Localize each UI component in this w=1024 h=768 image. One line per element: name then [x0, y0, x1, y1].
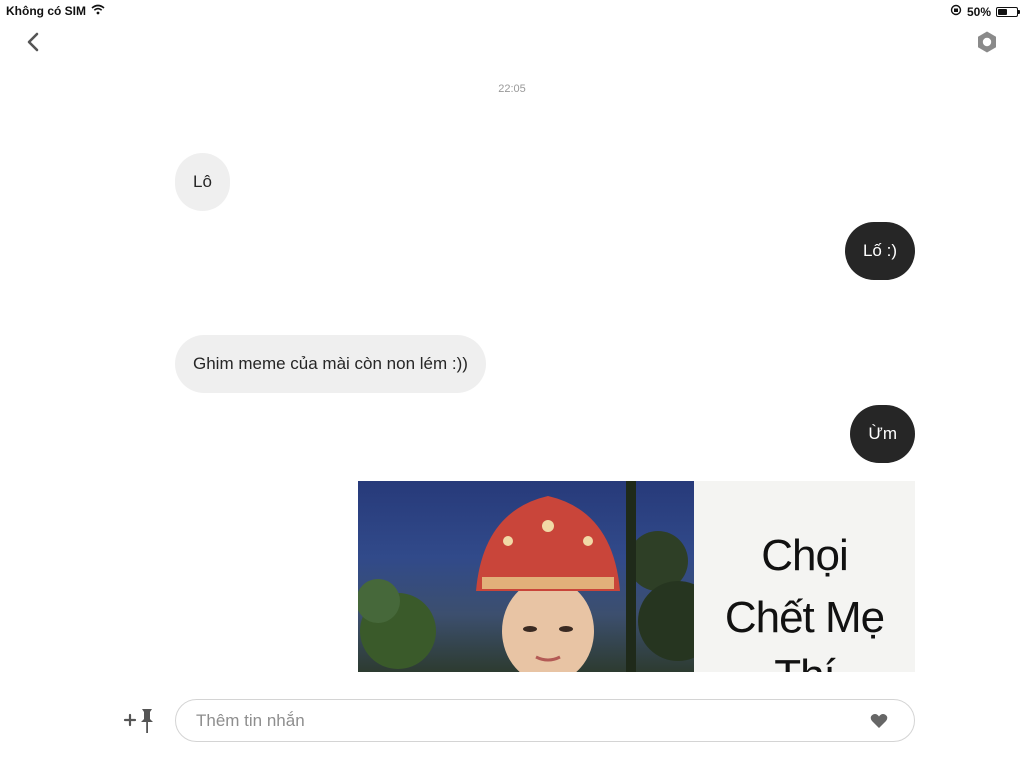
message-input[interactable] [196, 700, 856, 741]
heart-icon [870, 714, 888, 728]
message-composer [175, 699, 915, 742]
like-button[interactable] [870, 713, 888, 729]
message-text: Lô [193, 172, 212, 191]
status-bar: Không có SIM 50% [0, 0, 1024, 22]
meme-caption-line: Thí [694, 651, 915, 672]
battery-icon [996, 6, 1020, 17]
message-timestamp: 22:05 [498, 83, 526, 95]
attach-button[interactable] [122, 704, 156, 736]
back-button[interactable] [20, 28, 48, 56]
gear-icon [978, 31, 996, 53]
plus-pin-icon [123, 709, 153, 733]
status-right: 50% [950, 4, 1020, 19]
message-bubble-outgoing[interactable]: Lố :) [844, 222, 915, 280]
wifi-icon [91, 4, 105, 18]
status-left: Không có SIM [6, 4, 105, 18]
meme-photo [358, 481, 718, 672]
message-bubble-outgoing[interactable]: Ừm [850, 405, 915, 463]
message-text: Ghim meme của mài còn non lém :)) [193, 354, 468, 373]
carrier-label: Không có SIM [6, 4, 86, 18]
message-text: Ừm [868, 424, 897, 443]
meme-caption-line: Chết Mẹ [724, 593, 885, 642]
battery-level-fill [998, 8, 1007, 15]
chevron-left-icon [27, 32, 39, 52]
meme-photo-illustration [358, 481, 718, 672]
message-text: Lố :) [862, 241, 897, 260]
rotation-lock-icon [950, 4, 962, 19]
image-message[interactable]: Chọi Chết Mẹ Thí [358, 481, 915, 672]
meme-caption-line: Chọi [761, 531, 849, 580]
settings-button[interactable] [974, 29, 1000, 55]
message-bubble-incoming[interactable]: Ghim meme của mài còn non lém :)) [175, 335, 486, 393]
meme-caption-panel: Chọi Chết Mẹ Thí [694, 481, 915, 672]
message-bubble-incoming[interactable]: Lô [175, 153, 230, 211]
battery-percent: 50% [966, 4, 991, 19]
